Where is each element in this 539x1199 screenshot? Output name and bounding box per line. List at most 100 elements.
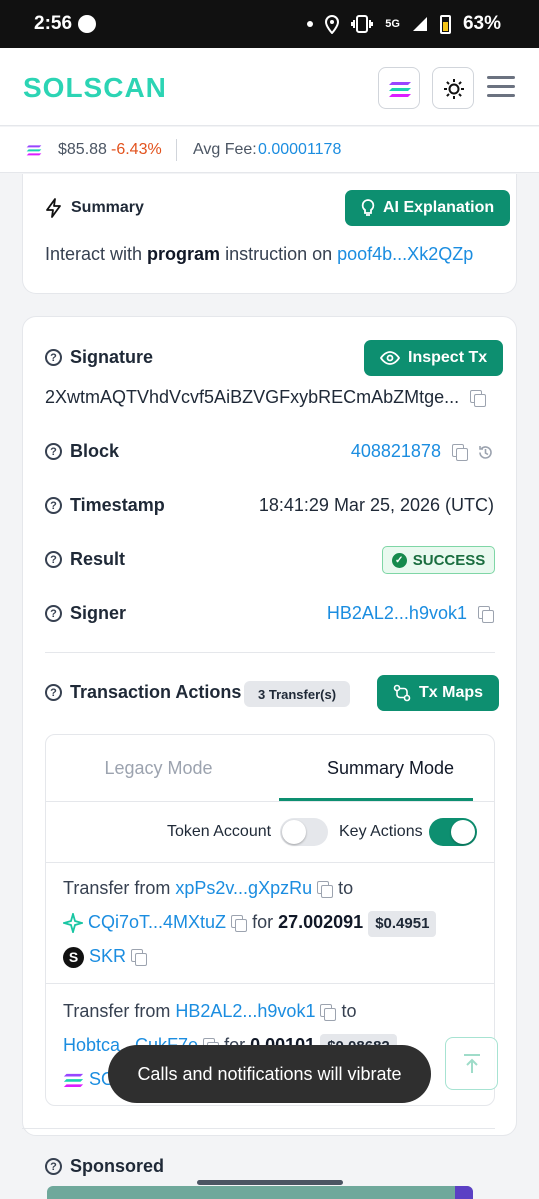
divider xyxy=(46,862,494,863)
sponsored-label-row: ? Sponsored xyxy=(45,1156,164,1177)
block-label-row: ? Block xyxy=(45,441,119,462)
hamburger-menu-icon[interactable] xyxy=(487,76,515,98)
sponsored-banner[interactable] xyxy=(47,1186,473,1199)
help-icon[interactable]: ? xyxy=(45,497,62,514)
divider xyxy=(176,139,177,161)
status-bar: 2:56 5G 63% xyxy=(0,0,539,48)
tx-maps-button[interactable]: Tx Maps xyxy=(377,675,500,711)
transaction-details-card: ? Signature Inspect Tx 2XwtmAQTVhdVcvf5A… xyxy=(22,316,517,1136)
app-notification-icon xyxy=(78,15,96,33)
transaction-actions-title: Transaction Actions xyxy=(70,682,242,702)
vibrate-icon xyxy=(351,15,374,33)
result-label: Result xyxy=(70,549,126,569)
timestamp-label-row: ? Timestamp xyxy=(45,495,165,516)
divider xyxy=(45,652,495,653)
summary-card: Summary AI Explanation Interact with pro… xyxy=(22,174,517,294)
signature-label: Signature xyxy=(70,347,154,367)
check-icon: ✓ xyxy=(391,552,407,568)
divider xyxy=(46,983,494,984)
help-icon[interactable]: ? xyxy=(45,443,62,460)
sparkle-icon xyxy=(63,913,83,934)
divider xyxy=(46,801,494,802)
battery-icon xyxy=(439,14,451,34)
transfer-from-label: Transfer from xyxy=(63,878,176,898)
solana-icon xyxy=(26,145,42,156)
transfer-from-link[interactable]: xpPs2v...gXpzRu xyxy=(175,878,312,898)
price-bar: $85.88 -6.43% Avg Fee: 0.00001178 xyxy=(0,127,539,173)
help-icon[interactable]: ? xyxy=(45,1158,62,1175)
signature-value: 2XwtmAQTVhdVcvf5AiBZVGFxybRECmAbZMtge... xyxy=(45,387,487,408)
battery-percent: 63% xyxy=(462,13,501,34)
copy-icon[interactable] xyxy=(478,605,494,623)
sun-icon xyxy=(444,79,464,99)
route-icon xyxy=(393,684,411,702)
transfer-from-label: Transfer from xyxy=(63,1001,176,1021)
scroll-to-top-button[interactable] xyxy=(445,1037,498,1090)
timestamp-label: Timestamp xyxy=(70,495,165,515)
toast-notification: Calls and notifications will vibrate xyxy=(108,1045,431,1103)
location-icon xyxy=(325,14,340,34)
summary-text-prefix: Interact with xyxy=(45,244,148,264)
summary-text-mid: instruction on xyxy=(220,244,338,264)
transfer-from-link[interactable]: HB2AL2...h9vok1 xyxy=(175,1001,315,1021)
usd-value-badge: $0.4951 xyxy=(368,911,437,937)
solscan-logo[interactable]: SOLSCAN xyxy=(23,72,167,104)
token-link[interactable]: SKR xyxy=(89,946,126,966)
copy-icon[interactable] xyxy=(451,443,468,461)
signer-link[interactable]: HB2AL2...h9vok1 xyxy=(327,603,467,623)
sol-price: $85.88 xyxy=(58,141,107,158)
tx-maps-label: Tx Maps xyxy=(419,684,484,701)
help-icon[interactable]: ? xyxy=(45,684,62,701)
key-actions-label: Key Actions xyxy=(339,823,423,840)
transfer-item: Transfer from xpPs2v...gXpzRu to CQi7oT.… xyxy=(63,871,437,973)
copy-icon[interactable] xyxy=(317,880,334,898)
block-link[interactable]: 408821878 xyxy=(351,441,441,461)
timestamp-value: 18:41:29 Mar 25, 2026 (UTC) xyxy=(258,495,494,515)
token-account-label: Token Account xyxy=(167,823,272,840)
key-actions-toggle[interactable] xyxy=(429,818,477,846)
copy-icon[interactable] xyxy=(131,948,148,966)
lightbulb-icon xyxy=(361,199,375,216)
ai-explanation-button[interactable]: AI Explanation xyxy=(345,190,511,226)
summary-text-bold: program xyxy=(147,244,221,264)
avg-fee-label: Avg Fee: xyxy=(193,141,257,158)
program-link[interactable]: poof4b...Xk2QZp xyxy=(337,244,473,264)
network-type: 5G xyxy=(385,18,400,30)
solana-network-button[interactable] xyxy=(378,67,420,109)
token-account-toggle[interactable] xyxy=(280,818,328,846)
summary-heading: Summary xyxy=(45,198,144,218)
status-icons: 5G 63% xyxy=(307,13,501,35)
signal-icon xyxy=(412,17,427,31)
transfer-count-badge: 3 Transfer(s) xyxy=(244,681,351,707)
result-label-row: ? Result xyxy=(45,549,125,570)
transfer-for-label: for xyxy=(247,912,279,932)
arrow-up-icon xyxy=(463,1053,480,1073)
inspect-tx-button[interactable]: Inspect Tx xyxy=(364,340,504,376)
block-label: Block xyxy=(70,441,120,461)
transfer-to-link[interactable]: CQi7oT...4MXtuZ xyxy=(88,912,226,932)
theme-toggle-button[interactable] xyxy=(432,67,474,109)
signer-label: Signer xyxy=(70,603,127,623)
copy-icon[interactable] xyxy=(320,1003,337,1021)
history-icon[interactable] xyxy=(477,444,494,461)
solana-icon xyxy=(389,82,411,97)
status-badge: ✓ SUCCESS xyxy=(382,546,495,574)
transfer-amount: 27.002091 xyxy=(278,912,364,932)
help-icon[interactable]: ? xyxy=(45,551,62,568)
site-header: SOLSCAN xyxy=(0,48,539,126)
signer-label-row: ? Signer xyxy=(45,603,126,624)
transfer-to-label: to xyxy=(336,1001,357,1021)
summary-title: Summary xyxy=(71,199,144,216)
signature-label-row: ? Signature xyxy=(45,347,153,368)
copy-icon[interactable] xyxy=(231,914,248,932)
sol-price-change: -6.43% xyxy=(111,141,162,158)
help-icon[interactable]: ? xyxy=(45,605,62,622)
copy-icon[interactable] xyxy=(470,389,487,407)
action-toggles: Token Account Key Actions xyxy=(46,817,494,849)
tab-summary-mode[interactable]: Summary Mode xyxy=(278,735,494,801)
gesture-handle[interactable] xyxy=(197,1180,343,1185)
avg-fee-value: 0.00001178 xyxy=(258,141,342,158)
tab-legacy-mode[interactable]: Legacy Mode xyxy=(46,735,271,801)
help-icon[interactable]: ? xyxy=(45,349,62,366)
notification-dot-icon xyxy=(307,21,314,27)
